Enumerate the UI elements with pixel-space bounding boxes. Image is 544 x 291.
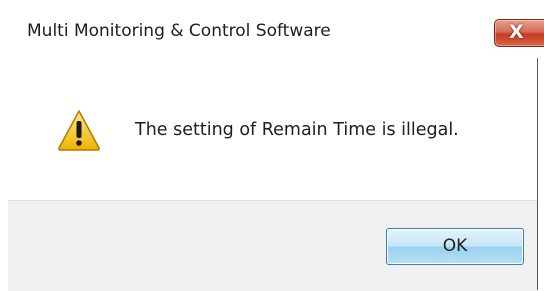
message-text: The setting of Remain Time is illegal.: [135, 120, 459, 140]
title-bar[interactable]: Multi Monitoring & Control Software X: [0, 0, 544, 62]
ok-button[interactable]: OK: [386, 228, 524, 265]
window-border: [537, 58, 538, 290]
message-dialog: Multi Monitoring & Control Software X Th…: [0, 0, 544, 291]
warning-icon: [58, 110, 100, 151]
close-button[interactable]: X: [494, 19, 544, 47]
window-title: Multi Monitoring & Control Software: [27, 21, 331, 41]
close-icon: X: [509, 21, 524, 43]
